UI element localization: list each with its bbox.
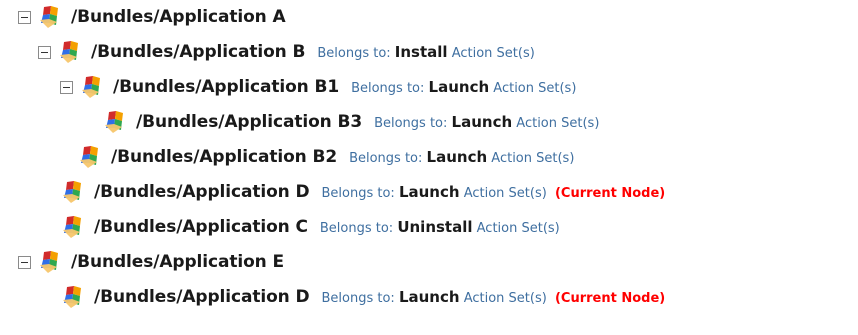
action-name: Launch <box>398 183 460 201</box>
tree-node-application-c[interactable]: /Bundles/Application C Belongs to: Unins… <box>0 212 560 242</box>
bundle-node-icon <box>37 5 61 29</box>
node-path[interactable]: /Bundles/Application B3 <box>136 112 362 132</box>
bundle-node-icon <box>79 75 103 99</box>
bundle-node-icon <box>60 285 84 309</box>
tree-node-application-d[interactable]: /Bundles/Application D Belongs to: Launc… <box>0 177 665 207</box>
collapse-toggle-icon[interactable] <box>38 45 51 59</box>
node-path[interactable]: /Bundles/Application B2 <box>111 147 337 167</box>
tree-node-application-d-under-e[interactable]: /Bundles/Application D Belongs to: Launc… <box>0 282 665 312</box>
action-name: Uninstall <box>397 218 473 236</box>
tree-node-application-a[interactable]: /Bundles/Application A <box>0 2 286 32</box>
node-path[interactable]: /Bundles/Application D <box>94 182 310 202</box>
bundle-node-icon <box>77 145 101 169</box>
bundle-node-icon <box>102 110 126 134</box>
action-set-label: Action Set(s) <box>516 116 600 131</box>
node-meta: Belongs to: Uninstall Action Set(s) <box>320 218 560 236</box>
bundle-node-icon <box>57 40 81 64</box>
belongs-label: Belongs to: <box>317 46 391 61</box>
action-set-label: Action Set(s) <box>463 291 547 306</box>
action-name: Launch <box>451 113 513 131</box>
tree-node-application-b3[interactable]: /Bundles/Application B3 Belongs to: Laun… <box>0 107 599 137</box>
belongs-label: Belongs to: <box>319 221 394 236</box>
node-path[interactable]: /Bundles/Application D <box>94 287 310 307</box>
node-path[interactable]: /Bundles/Application B1 <box>113 77 339 97</box>
node-meta: Belongs to: Launch Action Set(s) (Curren… <box>322 288 666 306</box>
action-set-label: Action Set(s) <box>451 46 535 61</box>
node-path[interactable]: /Bundles/Application C <box>94 217 308 237</box>
action-set-label: Action Set(s) <box>476 221 560 236</box>
bundle-node-icon <box>37 250 61 274</box>
collapse-toggle-icon[interactable] <box>60 80 73 94</box>
current-node-label: (Current Node) <box>554 186 666 201</box>
node-path[interactable]: /Bundles/Application E <box>71 252 284 272</box>
belongs-label: Belongs to: <box>374 116 448 131</box>
node-meta: Belongs to: Launch Action Set(s) <box>374 113 599 131</box>
belongs-label: Belongs to: <box>321 291 395 306</box>
tree-node-application-e[interactable]: /Bundles/Application E <box>0 247 284 277</box>
belongs-label: Belongs to: <box>321 186 395 201</box>
belongs-label: Belongs to: <box>351 81 425 96</box>
collapse-toggle-icon[interactable] <box>18 255 31 269</box>
bundle-tree: /Bundles/Application A /Bundles/Applicat… <box>0 0 858 335</box>
action-name: Launch <box>398 288 460 306</box>
current-node-label: (Current Node) <box>554 291 666 306</box>
node-meta: Belongs to: Launch Action Set(s) (Curren… <box>322 183 666 201</box>
tree-node-application-b[interactable]: /Bundles/Application B Belongs to: Insta… <box>0 37 535 67</box>
action-name: Launch <box>428 78 490 96</box>
action-set-label: Action Set(s) <box>493 81 577 96</box>
tree-node-application-b2[interactable]: /Bundles/Application B2 Belongs to: Laun… <box>0 142 574 172</box>
bundle-node-icon <box>60 215 84 239</box>
collapse-toggle-icon[interactable] <box>18 10 31 24</box>
tree-node-application-b1[interactable]: /Bundles/Application B1 Belongs to: Laun… <box>0 72 576 102</box>
node-meta: Belongs to: Install Action Set(s) <box>317 43 534 61</box>
belongs-label: Belongs to: <box>349 151 423 166</box>
action-name: Install <box>394 43 448 61</box>
node-path[interactable]: /Bundles/Application B <box>91 42 305 62</box>
action-set-label: Action Set(s) <box>463 186 547 201</box>
action-name: Launch <box>426 148 488 166</box>
node-meta: Belongs to: Launch Action Set(s) <box>351 78 576 96</box>
action-set-label: Action Set(s) <box>491 151 575 166</box>
node-meta: Belongs to: Launch Action Set(s) <box>349 148 574 166</box>
bundle-node-icon <box>60 180 84 204</box>
node-path[interactable]: /Bundles/Application A <box>71 7 286 27</box>
